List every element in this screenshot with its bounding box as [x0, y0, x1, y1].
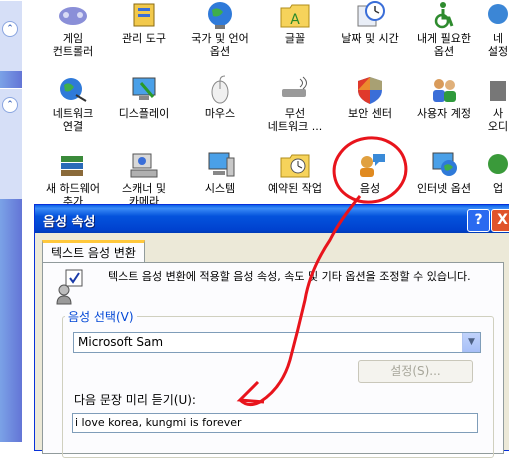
annotation-overlay	[236, 136, 408, 407]
annotation-arrow-head	[236, 380, 265, 404]
annotation-circle	[332, 136, 408, 204]
annotation-arrow-line	[238, 195, 362, 407]
